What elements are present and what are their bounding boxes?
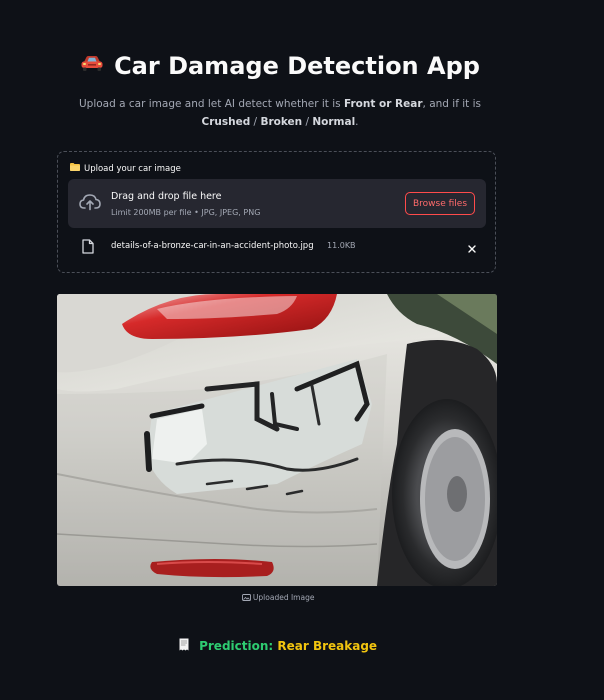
- uploaded-file-size: 11.0KB: [327, 241, 356, 250]
- file-icon: [82, 239, 94, 258]
- intro-prefix: Upload a car image and let AI detect whe…: [78, 98, 344, 110]
- cloud-upload-icon: [79, 193, 101, 215]
- intro-crushed: Crushed: [201, 116, 251, 128]
- folder-icon: [70, 163, 80, 174]
- uploaded-file-row: details-of-a-bronze-car-in-an-accident-p…: [82, 237, 482, 257]
- image-caption-text: Uploaded Image: [252, 593, 315, 602]
- page-title-text: Car Damage Detection App: [114, 52, 480, 80]
- prediction-result: Prediction: Rear Breakage: [0, 638, 556, 653]
- car-icon: [80, 50, 104, 78]
- dropzone-limit: Limit 200MB per file • JPG, JPEG, PNG: [111, 208, 261, 217]
- browse-files-button[interactable]: Browse files: [405, 192, 475, 215]
- image-caption: Uploaded Image: [0, 593, 556, 602]
- intro-sep-1: /: [250, 116, 261, 128]
- intro-front-or-rear: Front or Rear: [343, 98, 423, 110]
- file-uploader: Upload your car image Drag and drop file…: [57, 151, 496, 273]
- app-page: Car Damage Detection App Upload a car im…: [0, 0, 604, 700]
- intro-normal: Normal: [312, 116, 356, 128]
- photo-icon: [241, 593, 253, 602]
- receipt-icon: [179, 638, 199, 653]
- uploader-label: Upload your car image: [70, 163, 181, 174]
- intro-middle: , and if it is: [422, 98, 481, 110]
- prediction-value: Rear Breakage: [277, 639, 378, 653]
- dropzone-title: Drag and drop file here: [111, 191, 222, 202]
- intro-broken: Broken: [260, 116, 303, 128]
- page-title: Car Damage Detection App: [0, 52, 560, 81]
- prediction-label: Prediction:: [199, 639, 274, 653]
- uploaded-car-image: [57, 294, 497, 586]
- remove-file-icon[interactable]: [466, 240, 478, 253]
- intro-end: .: [355, 116, 359, 128]
- dropzone[interactable]: Drag and drop file here Limit 200MB per …: [68, 179, 486, 228]
- uploaded-file-name: details-of-a-bronze-car-in-an-accident-p…: [111, 241, 314, 251]
- intro-sep-2: /: [302, 116, 313, 128]
- intro-text: Upload a car image and let AI detect whe…: [54, 95, 506, 131]
- uploader-label-text: Upload your car image: [84, 163, 181, 174]
